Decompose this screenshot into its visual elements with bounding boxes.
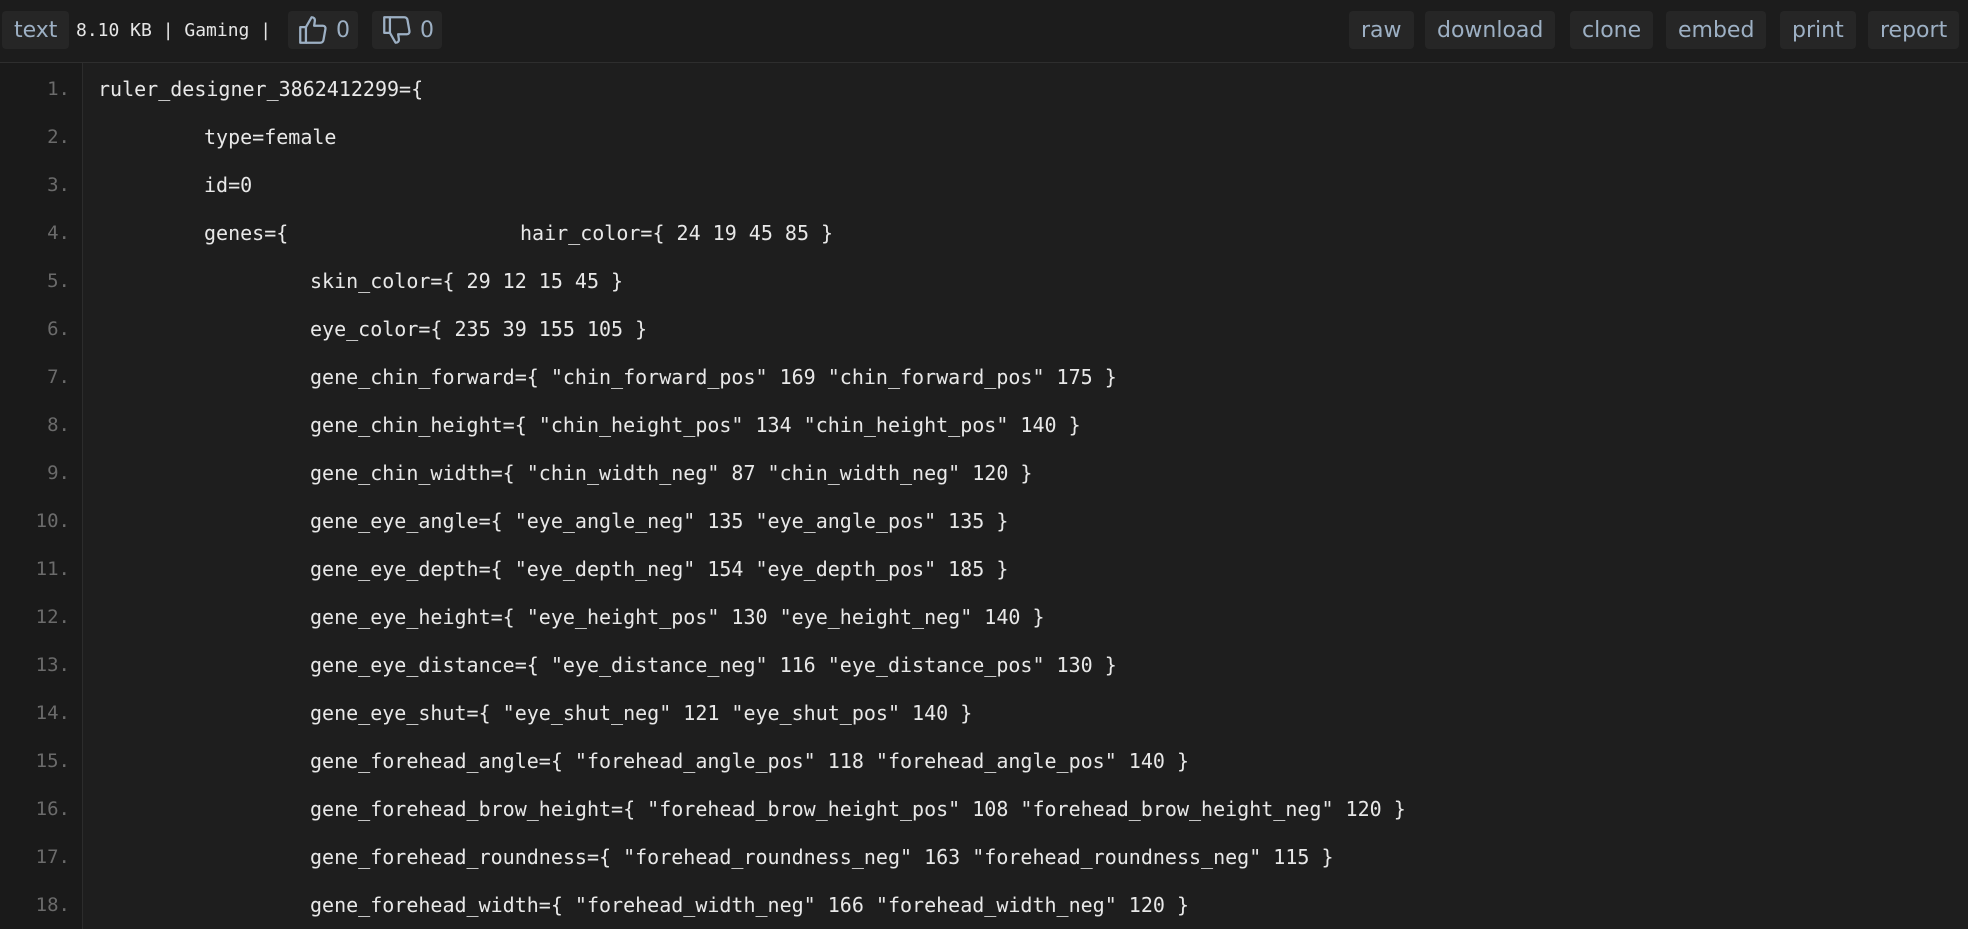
dislike-count: 0 [420,17,434,43]
embed-label: embed [1678,17,1755,43]
clone-label: clone [1582,17,1642,43]
syntax-label: text [14,17,58,43]
line-number: 17. [35,846,70,868]
code-line: 18. gene_forehead_width={ "forehead_widt… [0,881,1968,929]
code-line: 2. type=female [0,113,1968,161]
line-number: 16. [35,798,70,820]
line-number: 5. [47,270,70,292]
code-text: gene_chin_width={ "chin_width_neg" 87 "c… [310,461,1033,485]
thumbs-down-icon [380,13,414,47]
code-text: gene_eye_height={ "eye_height_pos" 130 "… [310,605,1045,629]
paste-meta-text: 8.10 KB | Gaming | [76,19,272,41]
code-line: 7. gene_chin_forward={ "chin_forward_pos… [0,353,1968,401]
code-line: 11. gene_eye_depth={ "eye_depth_neg" 154… [0,545,1968,593]
toolbar: text 8.10 KB | Gaming | 0 0 raw download… [0,0,1968,63]
code-text: gene_forehead_brow_height={ "forehead_br… [310,797,1406,821]
embed-button[interactable]: embed [1666,11,1767,49]
clone-button[interactable]: clone [1570,11,1654,49]
like-count: 0 [336,17,350,43]
code-text: id=0 [204,173,253,197]
report-label: report [1880,17,1948,43]
line-number: 13. [35,654,70,676]
code-line: 3. id=0 [0,161,1968,209]
code-line: 15. gene_forehead_angle={ "forehead_angl… [0,737,1968,785]
thumbs-up-icon [296,13,330,47]
line-number: 2. [47,126,70,148]
raw-button[interactable]: raw [1349,11,1414,49]
line-number: 4. [47,222,70,244]
paste-meta: 8.10 KB | Gaming | [76,11,271,49]
line-number: 12. [35,606,70,628]
code-text: gene_forehead_angle={ "forehead_angle_po… [310,749,1189,773]
code-line: 4. genes={ hair_color={ 24 19 45 85 } [0,209,1968,257]
code-line: 5. skin_color={ 29 12 15 45 } [0,257,1968,305]
line-number: 7. [47,366,70,388]
code-text: eye_color={ 235 39 155 105 } [310,317,648,341]
code-text: ruler_designer_3862412299={ [98,77,424,101]
code-text: skin_color={ 29 12 15 45 } [310,269,624,293]
code-text: gene_eye_depth={ "eye_depth_neg" 154 "ey… [310,557,1009,581]
code-text: gene_forehead_width={ "forehead_width_ne… [310,893,1189,917]
print-button[interactable]: print [1780,11,1856,49]
code-line: 17. gene_forehead_roundness={ "forehead_… [0,833,1968,881]
code-text: gene_chin_height={ "chin_height_pos" 134… [310,413,1081,437]
line-number: 15. [35,750,70,772]
code-line: 6. eye_color={ 235 39 155 105 } [0,305,1968,353]
line-number: 14. [35,702,70,724]
line-number: 8. [47,414,70,436]
line-number: 9. [47,462,70,484]
line-number: 1. [47,78,70,100]
code-text: gene_eye_angle={ "eye_angle_neg" 135 "ey… [310,509,1009,533]
code-line: 12. gene_eye_height={ "eye_height_pos" 1… [0,593,1968,641]
code-line: 8. gene_chin_height={ "chin_height_pos" … [0,401,1968,449]
code-text: gene_forehead_roundness={ "forehead_roun… [310,845,1334,869]
paste-viewer: text 8.10 KB | Gaming | 0 0 raw download… [0,0,1968,929]
code-text: hair_color={ 24 19 45 85 } [520,221,834,245]
syntax-link[interactable]: text [2,11,70,49]
download-label: download [1437,17,1544,43]
code-text: genes={ [204,221,289,245]
like-button[interactable]: 0 [288,11,358,49]
code-line: 16. gene_forehead_brow_height={ "forehea… [0,785,1968,833]
code-text: gene_eye_distance={ "eye_distance_neg" 1… [310,653,1117,677]
raw-label: raw [1361,17,1402,43]
line-number: 18. [35,894,70,916]
line-number: 11. [35,558,70,580]
code-line: 1. ruler_designer_3862412299={ [0,65,1968,113]
line-number: 3. [47,174,70,196]
code-text: type=female [204,125,337,149]
dislike-button[interactable]: 0 [372,11,442,49]
line-number: 6. [47,318,70,340]
code-text: gene_eye_shut={ "eye_shut_neg" 121 "eye_… [310,701,973,725]
download-button[interactable]: download [1425,11,1556,49]
report-button[interactable]: report [1868,11,1960,49]
code-line: 9. gene_chin_width={ "chin_width_neg" 87… [0,449,1968,497]
code-line: 13. gene_eye_distance={ "eye_distance_ne… [0,641,1968,689]
code-line: 14. gene_eye_shut={ "eye_shut_neg" 121 "… [0,689,1968,737]
line-number: 10. [35,510,70,532]
print-label: print [1792,17,1844,43]
code-line: 10. gene_eye_angle={ "eye_angle_neg" 135… [0,497,1968,545]
code-text: gene_chin_forward={ "chin_forward_pos" 1… [310,365,1117,389]
